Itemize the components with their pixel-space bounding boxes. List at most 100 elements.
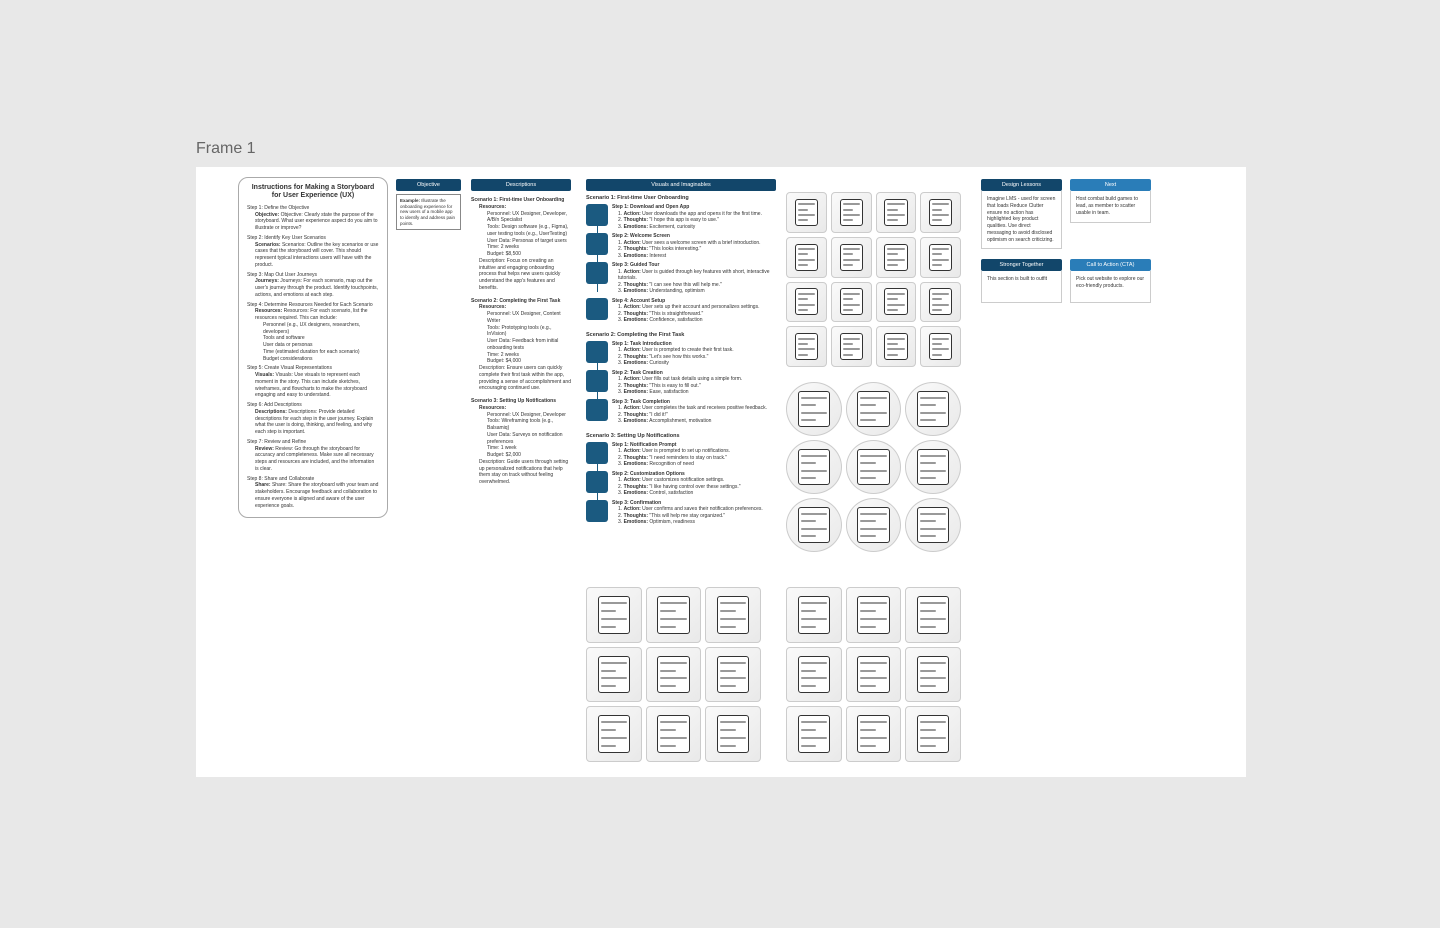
step1-h: Step 1: Define the Objective xyxy=(247,205,309,211)
storyboard-cell xyxy=(646,706,702,762)
sc3-tools: Tools: Wireframing tools (e.g., Balsamiq… xyxy=(487,418,571,432)
step-row: Step 3: Task Completion 1. Action: User … xyxy=(586,399,776,425)
storyboard-cell xyxy=(586,706,642,762)
design-lessons-body: Imagine LMS - used for screen that loads… xyxy=(981,191,1062,249)
step-row: Step 2: Welcome Screen 1. Action: User s… xyxy=(586,233,776,259)
storyboard-cell xyxy=(846,647,902,703)
step-heading: Step 2: Customization Options xyxy=(612,471,685,477)
step-row: Step 2: Customization Options 1. Action:… xyxy=(586,471,776,497)
sc2-time: Time: 2 weeks xyxy=(487,352,571,359)
phone-sketch-icon xyxy=(857,391,889,427)
phone-sketch-icon xyxy=(840,333,863,360)
storyboard-cell xyxy=(876,326,917,367)
storyboard-canvas: Instructions for Making a Storyboard for… xyxy=(196,167,1246,777)
storyboard-cell xyxy=(905,440,961,494)
step2-h: Step 2: Identify Key User Scenarios xyxy=(247,235,326,241)
phone-sketch-icon xyxy=(598,656,630,694)
sc2-personnel: Personnel: UX Designer, Content Writer xyxy=(487,311,571,325)
phone-sketch-icon xyxy=(857,715,889,753)
phone-sketch-icon xyxy=(717,596,749,634)
step-emotions: 3. Emotions: Accomplishment, motivation xyxy=(618,418,767,425)
step7-h: Step 7: Review and Refine xyxy=(247,439,306,445)
phone-sketch-icon xyxy=(857,656,889,694)
storyboard-cell xyxy=(876,237,917,278)
storyboard-cell xyxy=(705,587,761,643)
phone-sketch-icon xyxy=(857,449,889,485)
phone-sketch-icon xyxy=(798,391,830,427)
step-tile-icon xyxy=(586,262,608,284)
step-emotions: 3. Emotions: Curiosity xyxy=(618,360,734,367)
step-heading: Step 2: Task Creation xyxy=(612,370,663,376)
step-heading: Step 1: Task Introduction xyxy=(612,341,672,347)
objective-example-label: Example: xyxy=(400,198,420,203)
step-emotions: 3. Emotions: Interest xyxy=(618,253,761,260)
cta-header: Call to Action (CTA) xyxy=(1070,259,1151,271)
phone-sketch-icon xyxy=(840,288,863,315)
phone-sketch-icon xyxy=(795,244,818,271)
sc2-userdata: User Data: Feedback from initial onboard… xyxy=(487,338,571,352)
step-row: Step 3: Confirmation 1. Action: User con… xyxy=(586,500,776,526)
storyboard-cell xyxy=(786,440,842,494)
description-header: Descriptions xyxy=(471,179,571,191)
storyboard-grid-1 xyxy=(786,192,961,367)
sc1-tools: Tools: Design software (e.g., Figma), us… xyxy=(487,224,571,238)
step-emotions: 3. Emotions: Excitement, curiosity xyxy=(618,224,762,231)
step8-h: Step 8: Share and Collaborate xyxy=(247,476,314,482)
phone-sketch-icon xyxy=(917,391,949,427)
steps-sc1-title: Scenario 1: First-time User Onboarding xyxy=(586,195,776,201)
step-heading: Step 2: Welcome Screen xyxy=(612,233,670,239)
step-emotions: 3. Emotions: Recognition of need xyxy=(618,461,730,468)
step3-h: Step 3: Map Out User Journeys xyxy=(247,272,317,278)
resources-label: Resources: xyxy=(479,304,506,310)
resources-label: Resources: xyxy=(479,204,506,210)
step-row: Step 1: Download and Open App 1. Action:… xyxy=(586,204,776,230)
step-heading: Step 3: Confirmation xyxy=(612,500,661,506)
storyboard-cell xyxy=(586,647,642,703)
step-tile-icon xyxy=(586,399,608,421)
phone-sketch-icon xyxy=(857,596,889,634)
phone-sketch-icon xyxy=(884,288,907,315)
scenario2-title: Scenario 2: Completing the First Task xyxy=(471,298,560,304)
steps-sc3-title: Scenario 3: Setting Up Notifications xyxy=(586,433,776,439)
storyboard-cell xyxy=(831,237,872,278)
step4-bullet: Personnel (e.g., UX designers, researche… xyxy=(263,322,379,336)
frame-title: Frame 1 xyxy=(196,140,256,158)
phone-sketch-icon xyxy=(917,507,949,543)
step8-text: Share: Share the storyboard with your te… xyxy=(255,482,378,508)
phone-sketch-icon xyxy=(840,199,863,226)
next-header: Next xyxy=(1070,179,1151,191)
phone-sketch-icon xyxy=(657,715,689,753)
sc1-budget: Budget: $8,500 xyxy=(487,251,571,258)
step-heading: Step 3: Task Completion xyxy=(612,399,670,405)
sc2-description: Description: Ensure users can quickly co… xyxy=(479,365,571,392)
step5-h: Step 5: Create Visual Representations xyxy=(247,365,332,371)
step-heading: Step 1: Notification Prompt xyxy=(612,442,676,448)
sc2-budget: Budget: $4,000 xyxy=(487,358,571,365)
phone-sketch-icon xyxy=(717,656,749,694)
stronger-body: This section is built to outfit xyxy=(981,271,1062,303)
phone-sketch-icon xyxy=(657,656,689,694)
phone-sketch-icon xyxy=(598,715,630,753)
storyboard-cell xyxy=(786,382,842,436)
phone-sketch-icon xyxy=(917,656,949,694)
stronger-header: Stronger Together xyxy=(981,259,1062,271)
phone-sketch-icon xyxy=(798,507,830,543)
storyboard-cell xyxy=(786,192,827,233)
sc1-userdata: User Data: Personas of target users xyxy=(487,238,571,245)
sc1-time: Time: 2 weeks xyxy=(487,244,571,251)
cta-body: Pick out website to explore our eco-frie… xyxy=(1070,271,1151,303)
storyboard-cell xyxy=(905,706,961,762)
storyboard-cell xyxy=(905,382,961,436)
step-row: Step 3: Guided Tour 1. Action: User is g… xyxy=(586,262,776,295)
storyboard-cell xyxy=(920,192,961,233)
step-heading: Step 1: Download and Open App xyxy=(612,204,689,210)
phone-sketch-icon xyxy=(929,333,952,360)
phone-sketch-icon xyxy=(798,715,830,753)
storyboard-cell xyxy=(705,706,761,762)
step-tile-icon xyxy=(586,471,608,493)
step-tile-icon xyxy=(586,233,608,255)
step-emotions: 3. Emotions: Understanding, optimism xyxy=(618,288,776,295)
storyboard-cell xyxy=(786,498,842,552)
phone-sketch-icon xyxy=(795,333,818,360)
instructions-title: Instructions for Making a Storyboard for… xyxy=(247,184,379,201)
